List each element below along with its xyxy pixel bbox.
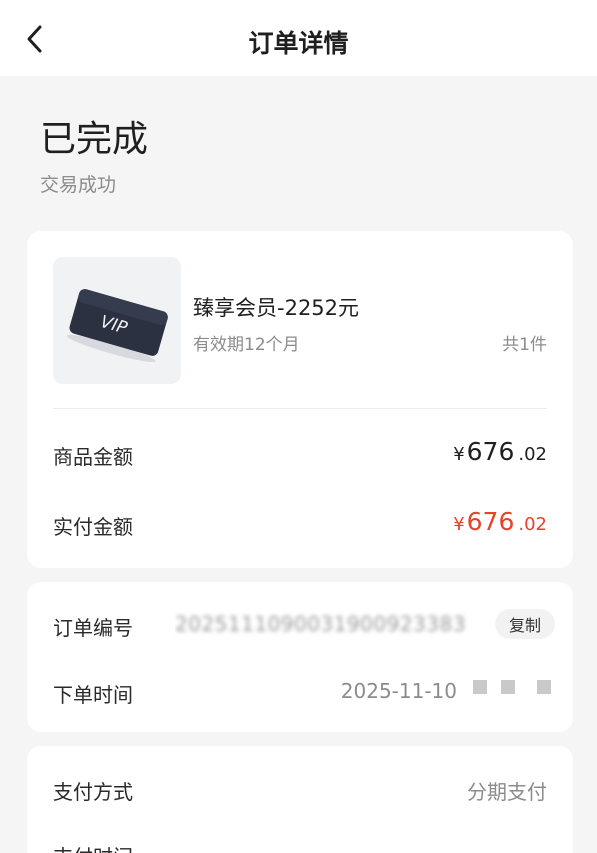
payment-method-label: 支付方式 — [53, 780, 133, 804]
redacted-block — [537, 680, 551, 694]
product-name: 臻享会员-2252元 — [193, 296, 360, 320]
copy-button[interactable]: 复制 — [495, 609, 555, 639]
paid-amount-value: ¥ 676 .02 — [453, 507, 547, 536]
order-info-card: 订单编号 2025111090031900923383 复制 下单时间 2025… — [27, 582, 573, 732]
goods-amount-integer: 676 — [466, 437, 515, 466]
order-number-value: 2025111090031900923383 — [175, 612, 495, 640]
vip-card-image: VIP — [66, 289, 168, 363]
goods-amount-value: ¥ 676 .02 — [453, 437, 547, 466]
redacted-block — [501, 680, 515, 694]
payment-info-card: 支付方式 分期支付 支付时间 — [27, 746, 573, 853]
product-thumbnail[interactable]: VIP — [53, 257, 181, 384]
page-title: 订单详情 — [248, 29, 349, 58]
currency-symbol: ¥ — [453, 514, 465, 535]
currency-symbol: ¥ — [453, 444, 465, 465]
order-number-text: 2025111090031900923383 — [175, 612, 466, 636]
paid-amount-integer: 676 — [466, 507, 515, 536]
order-status: 已完成 — [40, 119, 149, 160]
order-status-subtitle: 交易成功 — [40, 174, 117, 196]
payment-method-value: 分期支付 — [467, 780, 547, 804]
top-bar: 订单详情 — [0, 0, 597, 76]
order-time-value: 2025-11-10 — [340, 679, 457, 703]
paid-amount-label: 实付金额 — [53, 515, 133, 539]
paid-amount-decimal: .02 — [518, 514, 547, 535]
goods-amount-decimal: .02 — [518, 444, 547, 465]
redacted-block — [473, 680, 487, 694]
product-validity: 有效期12个月 — [193, 335, 300, 355]
divider — [53, 408, 547, 409]
product-quantity: 共1件 — [502, 335, 547, 355]
order-time-label: 下单时间 — [53, 683, 133, 707]
order-number-label: 订单编号 — [53, 616, 133, 640]
product-card: VIP 臻享会员-2252元 有效期12个月 共1件 商品金额 ¥ 676 .0… — [27, 231, 573, 568]
goods-amount-label: 商品金额 — [53, 445, 133, 469]
payment-time-label: 支付时间 — [53, 841, 133, 853]
